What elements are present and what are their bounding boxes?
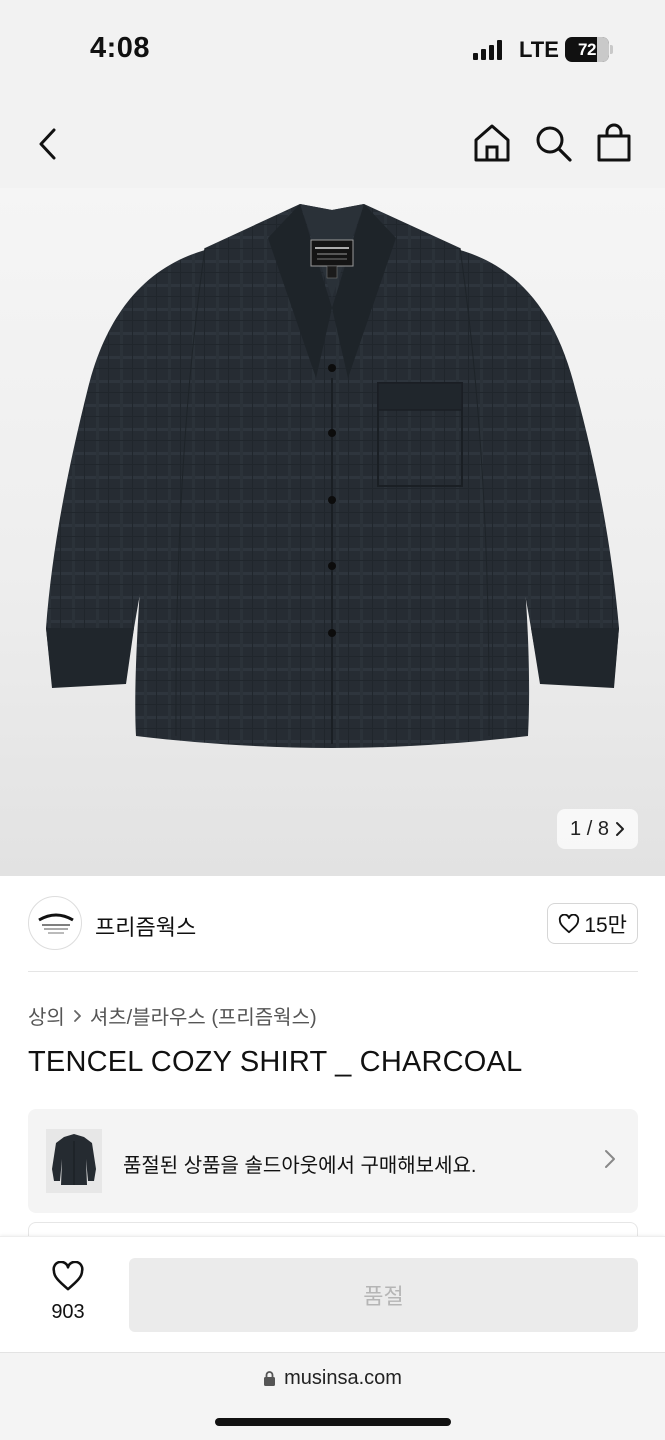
bottom-action-bar: 903 품절 [0, 1236, 665, 1352]
home-icon[interactable] [472, 122, 512, 164]
buy-button-soldout[interactable]: 품절 [129, 1258, 638, 1332]
network-type: LTE [519, 37, 559, 62]
search-icon[interactable] [534, 124, 574, 164]
breadcrumb-category[interactable]: 상의 [28, 1001, 65, 1030]
cellular-signal-icon [473, 40, 502, 60]
status-bar: 4:08 LTE 72 [0, 0, 665, 100]
breadcrumb: 상의 셔츠/블라우스 (프리즘웍스) [28, 1001, 317, 1030]
battery-nub [610, 45, 613, 54]
shirt-thumbnail-image [52, 1134, 96, 1185]
url-display[interactable]: musinsa.com [0, 1367, 665, 1390]
heart-icon [559, 913, 580, 933]
wishlist-button[interactable]: 903 [40, 1260, 96, 1324]
back-chevron-icon[interactable] [36, 126, 60, 162]
heart-icon [52, 1260, 84, 1291]
product-image [46, 204, 619, 748]
home-indicator[interactable] [215, 1418, 451, 1426]
brand-like-button[interactable]: 15만 [547, 903, 638, 944]
brand-logo[interactable] [28, 896, 82, 950]
wishlist-count: 903 [51, 1301, 85, 1323]
banner-thumbnail [46, 1129, 102, 1193]
divider [28, 971, 638, 972]
brand-like-count: 15만 [584, 913, 627, 937]
top-nav-bar [0, 100, 665, 188]
image-counter[interactable]: 1 / 8 [557, 809, 638, 849]
url-text: musinsa.com [284, 1367, 402, 1389]
chevron-right-icon [615, 822, 624, 836]
chevron-right-icon [605, 1150, 615, 1168]
product-title: TENCEL COZY SHIRT _ CHARCOAL [28, 1046, 523, 1078]
soldout-resell-banner[interactable]: 품절된 상품을 솔드아웃에서 구매해보세요. [28, 1109, 638, 1213]
brand-row[interactable]: 프리즘웍스 15만 [28, 896, 638, 952]
battery-icon: 72 [565, 37, 609, 62]
product-image-gallery[interactable] [0, 188, 665, 876]
shopping-bag-icon[interactable] [596, 123, 632, 163]
resell-banner-text: 품절된 상품을 솔드아웃에서 구매해보세요. [123, 1155, 477, 1177]
breadcrumb-subcategory[interactable]: 셔츠/블라우스 (프리즘웍스) [90, 1001, 317, 1030]
battery-percent: 72 [578, 40, 596, 59]
image-counter-text: 1 / 8 [570, 817, 609, 840]
chevron-right-icon [73, 1009, 81, 1022]
browser-address-bar[interactable]: musinsa.com [0, 1352, 665, 1440]
brand-logo-mark [38, 913, 74, 934]
status-time: 4:08 [90, 32, 151, 64]
lock-icon [264, 1371, 276, 1386]
brand-name[interactable]: 프리즘웍스 [95, 910, 196, 942]
